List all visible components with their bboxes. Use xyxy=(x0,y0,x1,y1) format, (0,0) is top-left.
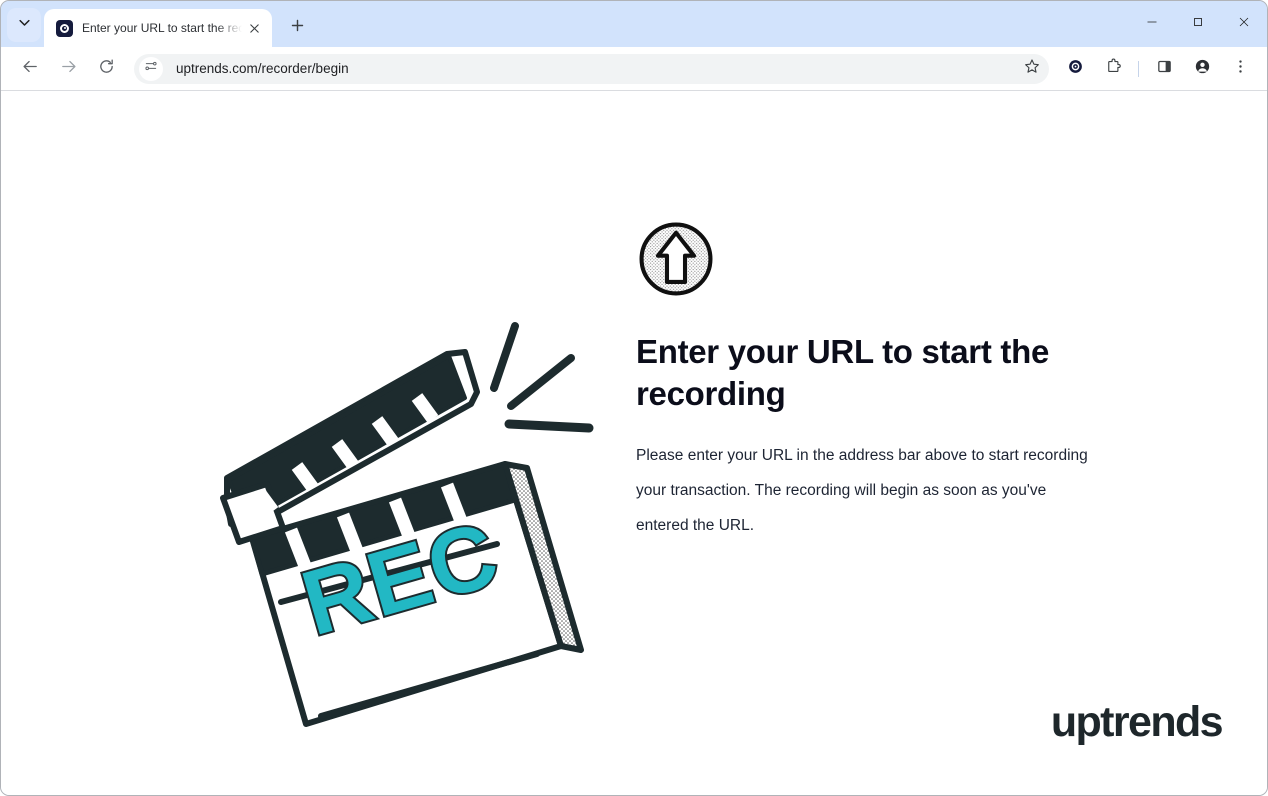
url-text[interactable]: uptrends.com/recorder/begin xyxy=(176,61,1019,76)
page-description: Please enter your URL in the address bar… xyxy=(636,447,1088,534)
address-bar[interactable]: uptrends.com/recorder/begin xyxy=(134,53,1049,84)
bookmark-button[interactable] xyxy=(1019,56,1045,82)
side-panel-button[interactable] xyxy=(1149,54,1179,84)
plus-icon xyxy=(290,18,305,38)
browser-toolbar: uptrends.com/recorder/begin xyxy=(1,47,1267,91)
clapperboard-illustration: REC xyxy=(209,316,609,736)
tab-title: Enter your URL to start the reco xyxy=(82,21,242,35)
recorder-circle-icon xyxy=(56,19,73,37)
profile-avatar-icon xyxy=(1194,58,1211,80)
puzzle-piece-icon xyxy=(1105,58,1122,80)
copy-block: Enter your URL to start the recording Pl… xyxy=(636,331,1091,543)
extensions-button[interactable] xyxy=(1098,54,1128,84)
back-arrow-icon xyxy=(22,58,39,80)
reload-icon xyxy=(98,58,115,80)
reload-button[interactable] xyxy=(91,54,121,84)
tune-sliders-icon xyxy=(144,59,158,78)
star-icon xyxy=(1024,58,1040,79)
maximize-button[interactable] xyxy=(1175,4,1221,44)
forward-button[interactable] xyxy=(53,54,83,84)
browser-menu-button[interactable] xyxy=(1225,54,1255,84)
uptrends-logo: uptrends xyxy=(1050,698,1224,746)
toolbar-divider xyxy=(1138,60,1139,77)
chevron-down-icon xyxy=(17,15,32,35)
site-info-button[interactable] xyxy=(139,56,163,81)
tab-close-button[interactable] xyxy=(244,18,264,38)
arrow-up-circle-icon xyxy=(635,218,717,300)
close-window-button[interactable] xyxy=(1221,4,1267,44)
browser-window: Enter your URL to start the reco uptrend… xyxy=(0,0,1268,796)
three-dot-menu-icon xyxy=(1232,58,1249,80)
back-button[interactable] xyxy=(15,54,45,84)
profile-button[interactable] xyxy=(1187,54,1217,84)
new-tab-button[interactable] xyxy=(282,13,312,43)
tab-search-button[interactable] xyxy=(7,8,41,42)
forward-arrow-icon xyxy=(60,58,77,80)
minimize-button[interactable] xyxy=(1129,4,1175,44)
browser-tab[interactable]: Enter your URL to start the reco xyxy=(44,9,272,47)
page-content: REC Enter your URL to start the recordin… xyxy=(1,91,1267,795)
tab-strip: Enter your URL to start the reco xyxy=(1,1,1267,47)
minimize-icon xyxy=(1146,15,1158,33)
page-title: Enter your URL to start the recording xyxy=(636,333,1050,412)
side-panel-icon xyxy=(1156,58,1173,80)
close-icon xyxy=(1238,15,1250,33)
uptrends-recorder-extension-button[interactable] xyxy=(1060,54,1090,84)
maximize-icon xyxy=(1192,15,1204,33)
uptrends-recorder-icon xyxy=(1067,58,1084,80)
window-controls xyxy=(1129,1,1267,47)
